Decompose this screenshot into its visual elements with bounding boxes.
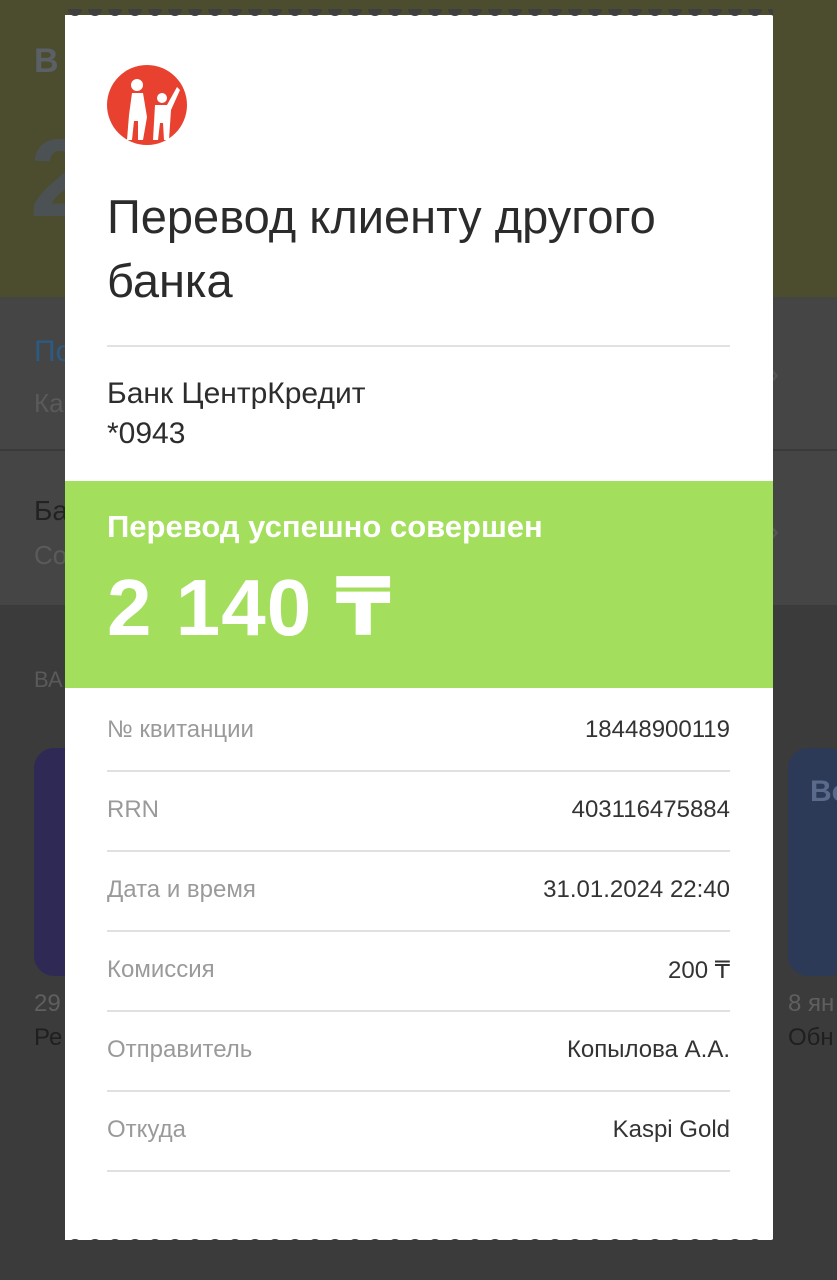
transfer-amount: 2 140 ₸: [107, 563, 393, 652]
background-text: В: [34, 42, 59, 80]
bank-logo-icon: [107, 65, 187, 145]
detail-value: Копылова А.А.: [566, 1036, 730, 1063]
success-status: Перевод успешно совершен: [107, 509, 543, 544]
detail-value: 31.01.2024 22:40: [543, 876, 730, 903]
background-text: Ка: [34, 388, 64, 418]
detail-row-source: Откуда Kaspi Gold: [107, 1092, 730, 1172]
detail-row-datetime: Дата и время 31.01.2024 22:40: [107, 852, 730, 932]
detail-value: 200 ₸: [668, 957, 730, 984]
background-text: Ре: [34, 1024, 63, 1051]
success-banner: Перевод успешно совершен 2 140 ₸: [65, 481, 773, 688]
detail-label: Комиссия: [107, 956, 215, 983]
background-text: Ба: [34, 495, 68, 526]
detail-row-rrn: RRN 403116475884: [107, 772, 730, 852]
detail-value: 403116475884: [571, 796, 730, 823]
detail-row-sender: Отправитель Копылова А.А.: [107, 1012, 730, 1092]
detail-label: № квитанции: [107, 716, 254, 743]
receipt-bottom-edge: [65, 1228, 773, 1246]
background-text: Во: [810, 775, 837, 808]
detail-label: Отправитель: [107, 1036, 253, 1063]
detail-value: 18448900119: [584, 716, 730, 743]
detail-value: Kaspi Gold: [612, 1116, 730, 1143]
recipient-bank-name: Банк ЦентрКредит: [107, 377, 366, 410]
background-text: 29: [34, 990, 61, 1017]
divider: [107, 345, 730, 347]
detail-row-commission: Комиссия 200 ₸: [107, 932, 730, 1012]
detail-label: RRN: [107, 796, 159, 823]
recipient-account: *0943: [107, 417, 186, 450]
page-title: Перевод клиенту другого банка: [107, 190, 656, 307]
detail-label: Откуда: [107, 1116, 186, 1143]
background-text: ВА: [34, 667, 63, 692]
background-text: Обн: [788, 1024, 834, 1051]
detail-label: Дата и время: [107, 876, 256, 903]
background-text: Со: [34, 540, 68, 570]
divider: [107, 1170, 730, 1172]
detail-row-receipt-number: № квитанции 18448900119: [107, 692, 730, 772]
background-text: 8 ян: [788, 990, 835, 1017]
receipt-top-edge: [65, 9, 773, 27]
receipt-card: Перевод клиенту другого банка Банк Центр…: [65, 9, 773, 1246]
